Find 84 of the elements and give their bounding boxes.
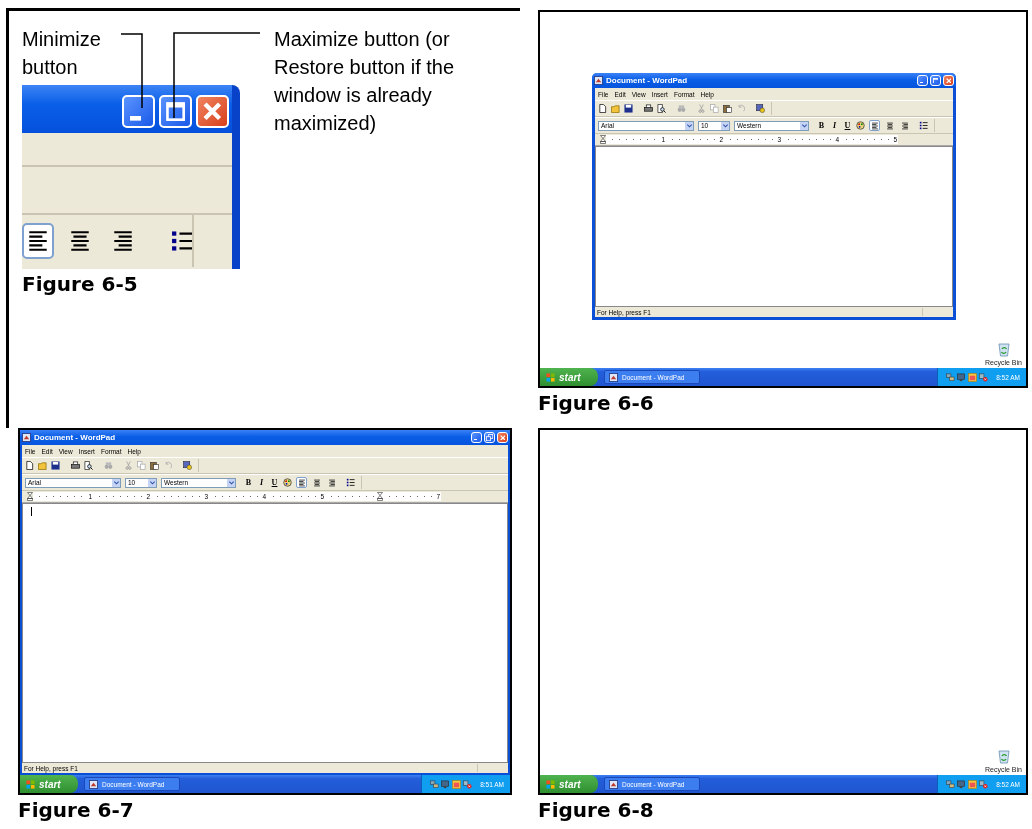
document-icon	[594, 76, 603, 85]
computers-icon[interactable]	[946, 779, 956, 789]
monitor-icon[interactable]	[441, 779, 451, 789]
close-icon	[945, 77, 952, 84]
text-cursor	[31, 507, 32, 516]
align-right-icon[interactable]	[326, 477, 337, 488]
italic-button[interactable]: I	[257, 477, 266, 488]
caret-icon	[148, 478, 156, 487]
align-center-icon[interactable]	[311, 477, 322, 488]
monitor-icon[interactable]	[957, 372, 967, 382]
close-button[interactable]	[943, 75, 954, 86]
calendar-clock-icon[interactable]	[756, 104, 765, 113]
page-magnifier-icon[interactable]	[657, 104, 666, 113]
bullet-list-icon[interactable]	[919, 121, 928, 130]
caret-icon	[112, 478, 120, 487]
close-icon	[203, 102, 222, 121]
close-button[interactable]	[497, 432, 508, 443]
minimize-icon	[129, 116, 142, 121]
align-center-icon[interactable]	[884, 120, 895, 131]
clipboard-icon[interactable]	[723, 104, 732, 113]
caret-icon	[227, 478, 235, 487]
maximize-icon	[932, 77, 939, 84]
callout-text: Maximize button (or Restore button if the window is already maximized)	[274, 27, 456, 136]
callout-text: Minimize button	[22, 27, 102, 80]
close-icon	[499, 434, 506, 441]
calendar-clock-icon[interactable]	[183, 461, 192, 470]
figure-caption: Figure 6-7	[18, 797, 134, 823]
figure-caption: Figure 6-5	[22, 271, 138, 297]
close-button[interactable]	[196, 95, 229, 128]
restore-icon	[485, 433, 494, 442]
bullet-list-icon[interactable]	[346, 478, 355, 487]
clipboard-icon[interactable]	[150, 461, 159, 470]
minimize-icon	[919, 81, 924, 84]
restore-button[interactable]	[484, 432, 495, 443]
italic-button[interactable]: I	[830, 120, 839, 131]
monitor-icon[interactable]	[957, 779, 967, 789]
windows-logo-icon	[26, 779, 35, 789]
page-magnifier-icon[interactable]	[84, 461, 93, 470]
align-left-icon[interactable]	[22, 223, 55, 259]
computers-icon[interactable]	[946, 372, 956, 382]
window-title: Document - WordPad	[606, 76, 689, 85]
recycle-bin-icon[interactable]	[995, 748, 1012, 764]
caret-icon	[800, 121, 808, 130]
caret-icon	[685, 121, 693, 130]
minimize-button[interactable]	[917, 75, 928, 86]
indent-marker-icon[interactable]	[377, 492, 383, 501]
document-icon	[609, 779, 618, 789]
figure-caption: Figure 6-6	[538, 390, 654, 416]
page-icon[interactable]	[598, 104, 607, 113]
network-warning-icon[interactable]	[979, 779, 989, 789]
underline-button[interactable]: U	[270, 477, 279, 488]
minimize-icon	[473, 438, 478, 441]
window-title: Document - WordPad	[34, 433, 117, 442]
document-icon	[609, 372, 618, 382]
document-icon	[22, 433, 31, 442]
minimize-button[interactable]	[471, 432, 482, 443]
align-left-icon[interactable]	[869, 120, 880, 131]
figure-caption: Figure 6-8	[538, 797, 654, 823]
align-right-icon[interactable]	[899, 120, 910, 131]
bold-button[interactable]: B	[817, 120, 826, 131]
caret-icon	[721, 121, 729, 130]
palette-icon[interactable]	[856, 121, 865, 130]
printer-icon[interactable]	[71, 461, 80, 470]
printer-icon[interactable]	[644, 104, 653, 113]
page-icon[interactable]	[25, 461, 34, 470]
folder-icon[interactable]	[38, 461, 47, 470]
maximize-icon	[165, 101, 186, 122]
windows-logo-icon	[546, 779, 555, 789]
network-warning-icon[interactable]	[463, 779, 473, 789]
underline-button[interactable]: U	[843, 120, 852, 131]
palette-icon[interactable]	[283, 478, 292, 487]
minimize-button[interactable]	[122, 95, 155, 128]
indent-marker-icon[interactable]	[27, 492, 33, 501]
maximize-button[interactable]	[159, 95, 192, 128]
document-icon	[89, 779, 98, 789]
windows-logo-icon	[546, 372, 555, 382]
folder-icon[interactable]	[611, 104, 620, 113]
indent-marker-icon[interactable]	[600, 135, 606, 144]
computers-icon[interactable]	[430, 779, 440, 789]
align-left-icon[interactable]	[296, 477, 307, 488]
network-warning-icon[interactable]	[979, 372, 989, 382]
bold-button[interactable]: B	[244, 477, 253, 488]
recycle-bin-icon[interactable]	[995, 341, 1012, 357]
bullet-list-icon[interactable]	[170, 229, 192, 253]
